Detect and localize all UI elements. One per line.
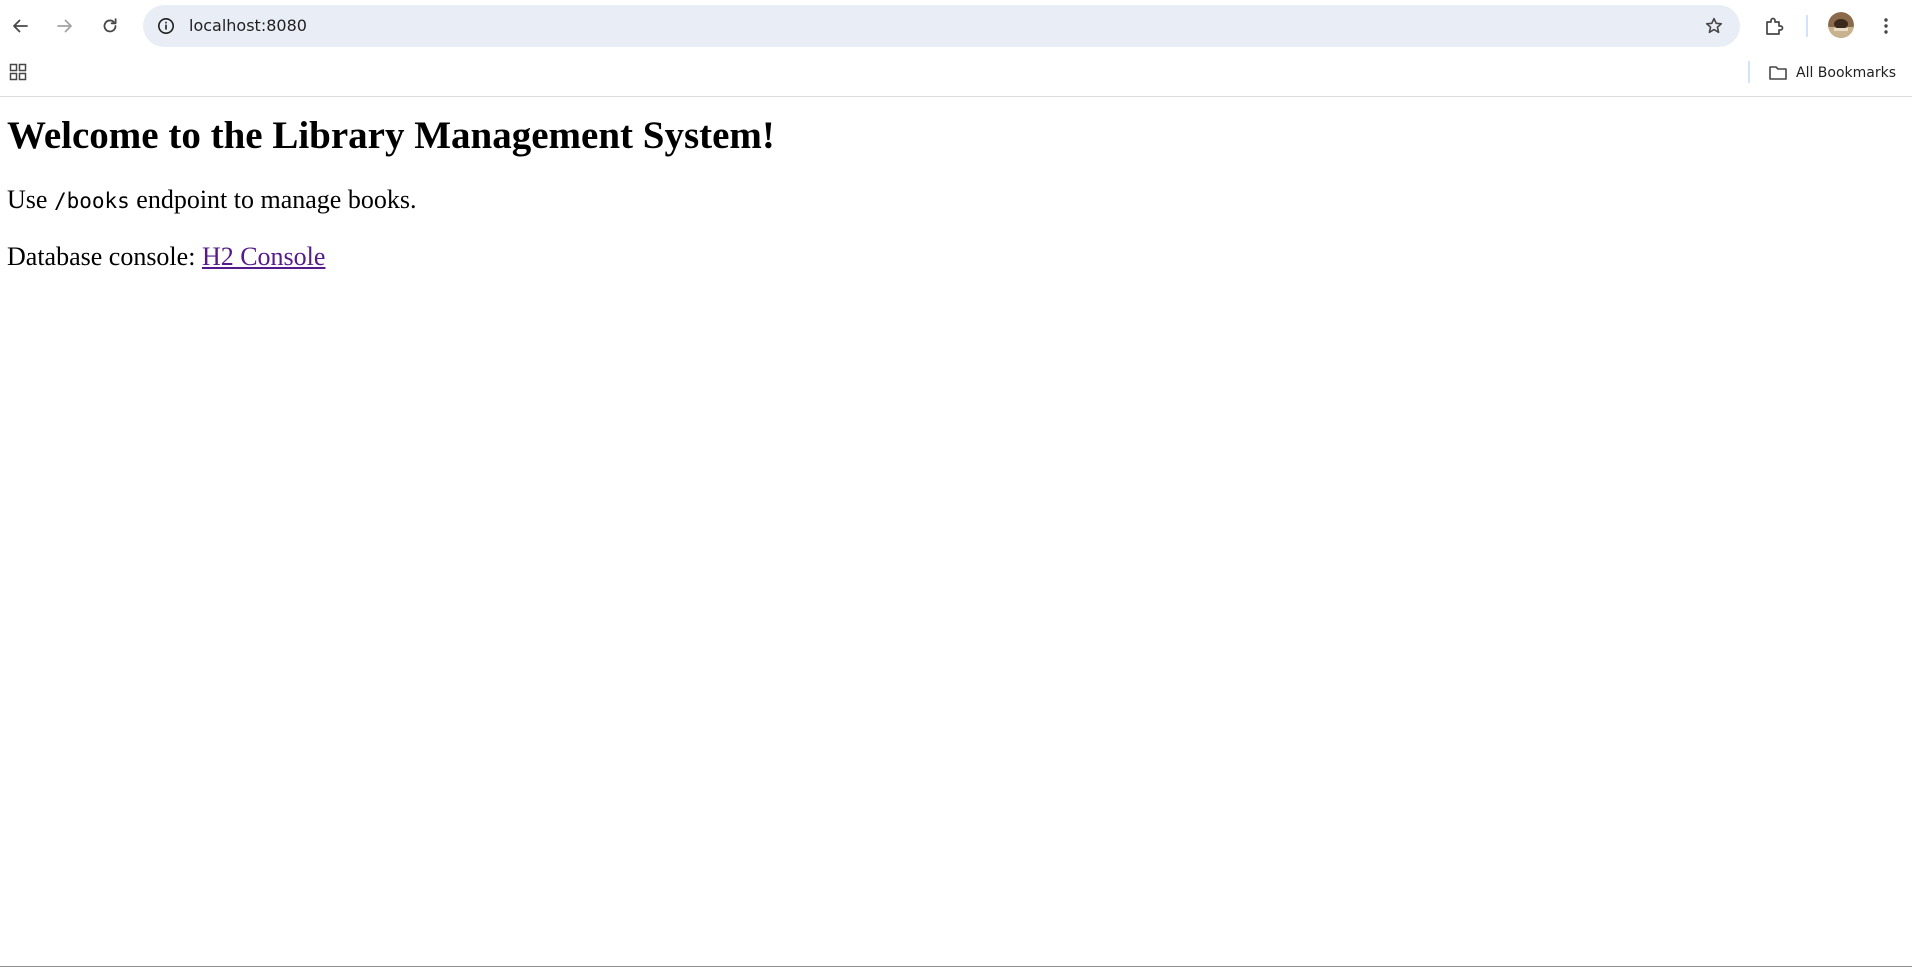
reload-icon [103,18,117,33]
reload-button[interactable] [92,8,128,44]
page-content: Welcome to the Library Management System… [0,114,1912,272]
url-text[interactable]: localhost:8080 [189,5,307,47]
browser-toolbar: localhost:8080 [0,0,1912,52]
kebab-menu-icon [1884,18,1888,34]
bookmarks-bar: All Bookmarks [0,52,1912,97]
forward-button[interactable] [47,8,83,44]
browser-window: localhost:8080 All Bookmarks Welcome to … [0,0,1912,967]
arrow-left-icon [13,19,28,33]
browser-menu-button[interactable] [1868,8,1904,44]
back-button[interactable] [2,8,38,44]
usage-suffix: endpoint to manage books. [129,184,417,214]
apps-grid-icon [9,63,27,81]
address-bar[interactable]: localhost:8080 [143,5,1740,47]
page-title: Welcome to the Library Management System… [7,114,775,157]
avatar[interactable] [1828,12,1854,38]
profile-picture [1828,12,1854,38]
folder-icon [1769,66,1787,80]
console-paragraph: Database console: H2 Console [7,242,1905,272]
extensions-button[interactable] [1756,8,1792,44]
console-prefix: Database console: [7,241,202,271]
puzzle-icon [1766,17,1784,35]
usage-prefix: Use [7,184,54,214]
all-bookmarks-button[interactable]: All Bookmarks [1762,58,1902,88]
page-viewport: Welcome to the Library Management System… [0,97,1912,967]
all-bookmarks-label: All Bookmarks [1796,65,1897,81]
usage-paragraph: Use /books endpoint to manage books. [7,185,1905,215]
toolbar-divider [1806,15,1808,37]
apps-button[interactable] [4,58,32,86]
info-icon [158,18,174,34]
bookmark-star-button[interactable] [1698,10,1730,42]
arrow-right-icon [57,19,72,33]
star-icon [1705,17,1723,34]
h2-console-link[interactable]: H2 Console [202,242,326,271]
bookmarks-divider [1748,61,1750,83]
site-info-button[interactable] [150,10,182,42]
books-endpoint-code: /books [53,188,130,213]
